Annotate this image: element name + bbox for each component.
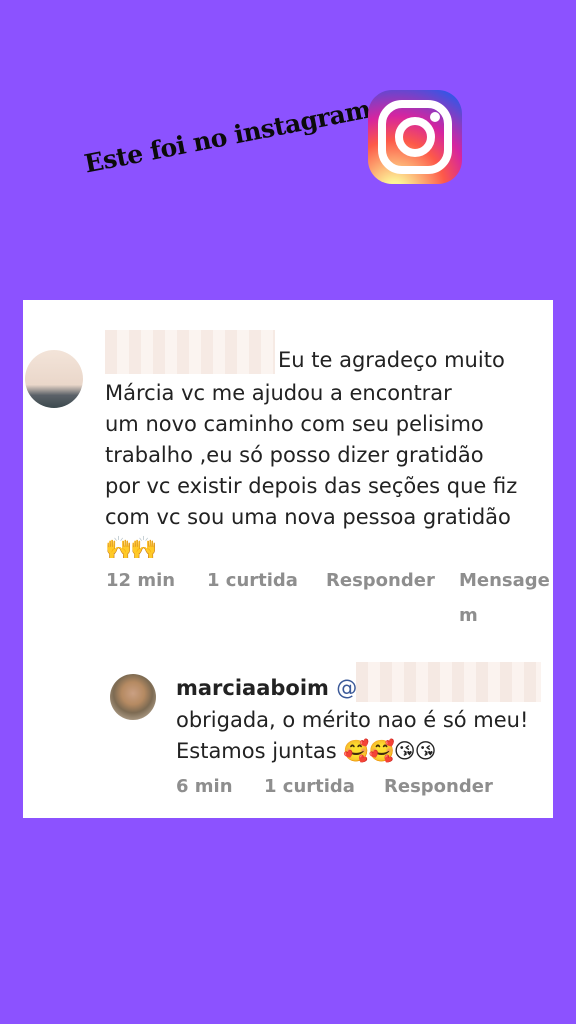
reply-line: Estamos juntas xyxy=(176,739,344,763)
reply-text: obrigada, o mérito nao é só meu! Estamos… xyxy=(176,705,556,767)
comment-line: Márcia vc me ajudou a encontrar xyxy=(105,381,452,405)
comment-line: um novo caminho com seu pelisimo xyxy=(105,412,484,436)
comment-line: com vc sou uma nova pessoa gratidão xyxy=(105,505,511,529)
reply-avatar[interactable] xyxy=(110,674,156,720)
caption-text: Este foi no instagram xyxy=(82,94,373,179)
mention-at: @ xyxy=(336,676,358,700)
commenter-avatar[interactable] xyxy=(25,350,83,408)
comment-line: trabalho ,eu só posso dizer gratidão xyxy=(105,443,484,467)
reply-line: obrigada, o mérito nao é só meu! xyxy=(176,708,529,732)
comment-reply-button[interactable]: Responder xyxy=(326,570,435,591)
comment-card: Eu te agradeço muito Márcia vc me ajudou… xyxy=(23,300,553,818)
instagram-logo-icon xyxy=(368,90,462,184)
reply-reply-button[interactable]: Responder xyxy=(384,776,493,797)
reply-likes-button[interactable]: 1 curtida xyxy=(264,776,355,797)
comment-message-button-wrap[interactable]: m xyxy=(459,605,478,626)
comment-message-button[interactable]: Mensage xyxy=(459,570,550,591)
blurred-mention xyxy=(356,662,541,702)
reply-username-text[interactable]: marciaaboim xyxy=(176,676,329,700)
reply-username[interactable]: marciaaboim @ xyxy=(176,676,357,700)
comment-time: 12 min xyxy=(106,570,176,591)
comment-first-line: Eu te agradeço muito xyxy=(278,348,505,372)
comment-line: por vc existir depois das seções que fiz xyxy=(105,474,518,498)
reply-time: 6 min xyxy=(176,776,233,797)
comment-text: Márcia vc me ajudou a encontrar um novo … xyxy=(105,378,551,564)
blurred-username xyxy=(105,330,275,374)
comment-likes-button[interactable]: 1 curtida xyxy=(207,570,298,591)
smiling-hearts-kiss-icon: 🥰🥰😘😘 xyxy=(343,739,436,763)
raised-hands-icon: 🙌🙌 xyxy=(105,536,158,561)
